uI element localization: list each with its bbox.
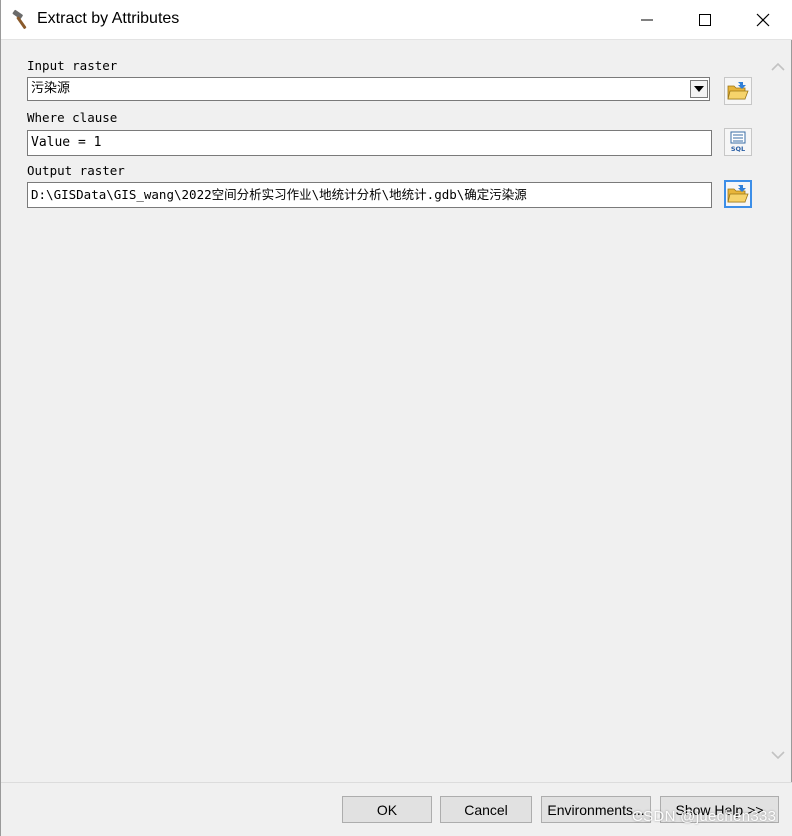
where-clause-label: Where clause [27, 110, 118, 125]
scroll-down-icon[interactable] [770, 747, 786, 763]
output-raster-label: Output raster [27, 163, 125, 178]
sql-query-builder-button[interactable]: SQL [724, 128, 752, 156]
chevron-down-icon [694, 86, 704, 92]
browse-output-button[interactable] [724, 180, 752, 208]
close-icon [756, 13, 770, 27]
close-button[interactable] [734, 0, 792, 40]
open-folder-icon [727, 82, 749, 100]
hammer-icon [10, 8, 34, 32]
dropdown-button[interactable] [690, 80, 708, 98]
maximize-button[interactable] [676, 0, 734, 40]
output-raster-input[interactable]: D:\GISData\GIS_wang\2022空间分析实习作业\地统计分析\地… [27, 182, 712, 208]
open-folder-icon [727, 185, 749, 203]
where-clause-input[interactable]: Value = 1 [27, 130, 712, 156]
cancel-button[interactable]: Cancel [440, 796, 532, 823]
minimize-button[interactable] [618, 0, 676, 40]
input-raster-value: 污染源 [31, 81, 71, 96]
scroll-up-icon[interactable] [770, 59, 786, 75]
input-raster-label: Input raster [27, 58, 118, 73]
sql-icon: SQL [730, 131, 746, 153]
ok-button[interactable]: OK [342, 796, 432, 823]
vertical-scrollbar[interactable] [767, 41, 789, 782]
dialog-window: Extract by Attributes Input raster 污染源 W… [0, 0, 792, 836]
title-bar[interactable]: Extract by Attributes [1, 0, 792, 40]
window-title: Extract by Attributes [37, 10, 180, 27]
svg-text:SQL: SQL [731, 145, 745, 153]
browse-input-button[interactable] [724, 77, 752, 105]
maximize-icon [699, 14, 711, 26]
watermark-text: CSDN @juechen333 [632, 808, 777, 825]
minimize-icon [641, 19, 653, 21]
input-raster-combobox[interactable]: 污染源 [27, 77, 710, 101]
